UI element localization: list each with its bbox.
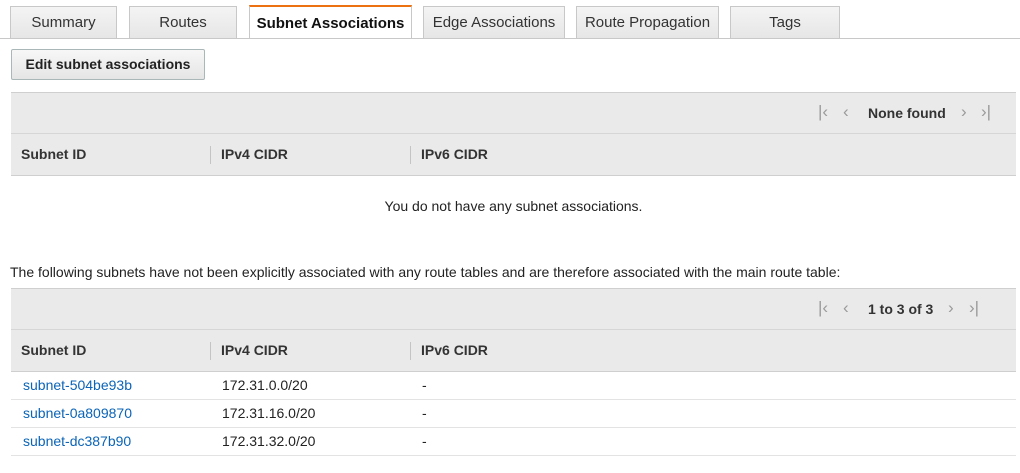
column-header-ipv4-cidr[interactable]: IPv4 CIDR	[211, 134, 411, 175]
column-header-subnet-id[interactable]: Subnet ID	[11, 330, 211, 371]
ipv4-cidr-cell: 172.31.16.0/20	[222, 405, 316, 421]
pager-status: 1 to 3 of 3	[868, 301, 934, 317]
column-header-ipv4-cidr[interactable]: IPv4 CIDR	[211, 330, 411, 371]
subnet-id-link[interactable]: subnet-504be93b	[23, 377, 132, 393]
explicit-table-header: Subnet ID IPv4 CIDR IPv6 CIDR	[11, 134, 1016, 176]
tab-edge-associations[interactable]: Edge Associations	[423, 6, 565, 38]
tab-tags[interactable]: Tags	[730, 6, 840, 38]
subnet-id-link[interactable]: subnet-0a809870	[23, 405, 132, 421]
ipv4-cidr-cell: 172.31.0.0/20	[222, 377, 308, 393]
tab-bar: Summary Routes Subnet Associations Edge …	[0, 0, 1020, 39]
pager-status: None found	[868, 105, 946, 121]
implicit-table-pager: |‹ ‹ 1 to 3 of 3 › ›|	[11, 288, 1016, 330]
prev-page-icon[interactable]: ‹	[843, 102, 849, 122]
first-page-icon[interactable]: |‹	[818, 102, 828, 122]
implicit-table-header: Subnet ID IPv4 CIDR IPv6 CIDR	[11, 330, 1016, 372]
table-row: subnet-dc387b90 172.31.32.0/20 -	[11, 428, 1016, 456]
last-page-icon[interactable]: ›|	[981, 102, 991, 122]
column-header-ipv6-cidr[interactable]: IPv6 CIDR	[411, 330, 711, 371]
prev-page-icon[interactable]: ‹	[843, 298, 849, 318]
tab-routes[interactable]: Routes	[129, 6, 237, 38]
column-header-ipv6-cidr[interactable]: IPv6 CIDR	[411, 134, 711, 175]
first-page-icon[interactable]: |‹	[818, 298, 828, 318]
tab-subnet-associations[interactable]: Subnet Associations	[249, 5, 412, 39]
ipv6-cidr-cell: -	[422, 405, 427, 421]
subnet-id-link[interactable]: subnet-dc387b90	[23, 433, 131, 449]
table-row: subnet-504be93b 172.31.0.0/20 -	[11, 372, 1016, 400]
column-header-subnet-id[interactable]: Subnet ID	[11, 134, 211, 175]
table-row: subnet-0a809870 172.31.16.0/20 -	[11, 400, 1016, 428]
tab-summary[interactable]: Summary	[10, 6, 117, 38]
empty-table-message: You do not have any subnet associations.	[384, 198, 643, 214]
ipv6-cidr-cell: -	[422, 377, 427, 393]
ipv6-cidr-cell: -	[422, 433, 427, 449]
last-page-icon[interactable]: ›|	[969, 298, 979, 318]
explicit-table-pager: |‹ ‹ None found › ›|	[11, 92, 1016, 134]
tab-divider	[0, 38, 1020, 39]
next-page-icon[interactable]: ›	[961, 102, 967, 122]
main-route-table-note: The following subnets have not been expl…	[10, 264, 841, 280]
ipv4-cidr-cell: 172.31.32.0/20	[222, 433, 316, 449]
edit-subnet-associations-button[interactable]: Edit subnet associations	[11, 49, 205, 80]
next-page-icon[interactable]: ›	[948, 298, 954, 318]
tab-route-propagation[interactable]: Route Propagation	[576, 6, 719, 38]
